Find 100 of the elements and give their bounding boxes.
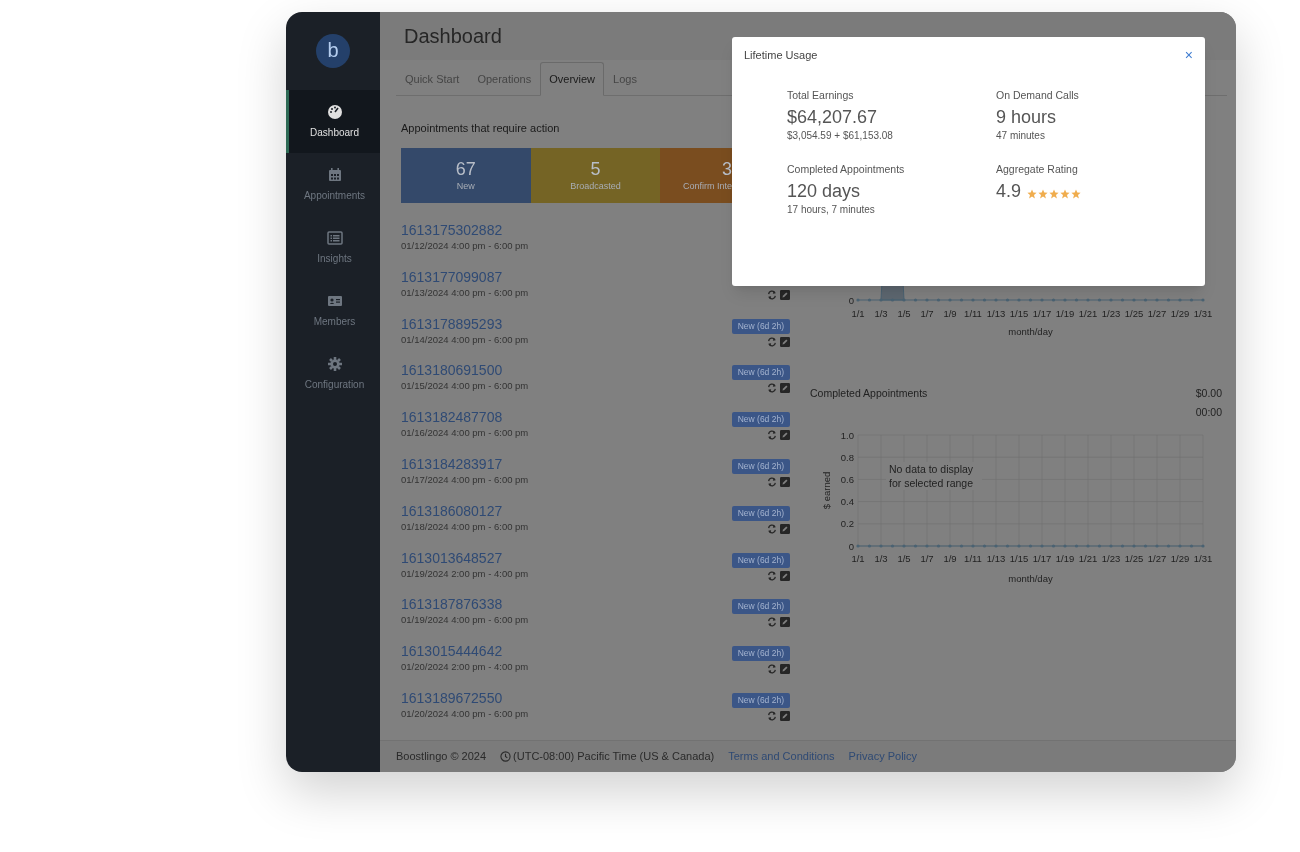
earned-amount: $0.00 <box>1195 386 1222 401</box>
gauge-icon <box>326 103 343 120</box>
appointment-link[interactable]: 1613175302882 <box>401 221 529 239</box>
refresh-icon[interactable] <box>767 336 777 347</box>
axis-tick-label: 1/29 <box>1170 308 1190 319</box>
appointment-link[interactable]: 1613180691500 <box>401 361 529 380</box>
appointment-time: 01/17/2024 4:00 pm - 6:00 pm <box>401 473 529 486</box>
axis-tick-label: 1/23 <box>1101 308 1121 319</box>
sidebar-item[interactable]: Members <box>286 279 380 342</box>
tab[interactable]: Overview <box>540 62 605 96</box>
appointment-link[interactable]: 1613187876338 <box>401 595 529 614</box>
axis-tick-label: 1/25 <box>1124 552 1144 564</box>
list-icon <box>326 229 343 246</box>
status-badge: New (6d 2h) <box>731 552 790 568</box>
sidebar-item[interactable]: Configuration <box>286 342 380 405</box>
data-point <box>890 543 895 548</box>
appointment-link[interactable]: 1613013648527 <box>401 548 529 567</box>
edit-icon[interactable] <box>780 523 790 534</box>
axis-tick-label: 1/23 <box>1101 552 1121 564</box>
edit-icon[interactable] <box>780 289 790 300</box>
axis-title: $ earned <box>821 471 832 509</box>
appointment-time: 01/12/2024 4:00 pm - 6:00 pm <box>401 239 529 252</box>
tab[interactable]: Quick Start <box>396 62 469 96</box>
refresh-icon[interactable] <box>767 664 777 675</box>
axis-tick-label: 1/27 <box>1147 308 1167 319</box>
edit-icon[interactable] <box>780 477 790 487</box>
sidebar-item[interactable]: Dashboard <box>286 90 380 153</box>
appointment-link[interactable]: 1613182487708 <box>401 408 529 427</box>
status-badge: New (6d 2h) <box>731 412 790 428</box>
edit-icon[interactable] <box>780 430 790 441</box>
footer-link[interactable]: Terms and Conditions <box>728 748 835 765</box>
edit-icon[interactable] <box>780 383 790 394</box>
refresh-icon[interactable] <box>767 477 777 487</box>
appointment-link[interactable]: 1613015444642 <box>401 642 529 661</box>
footer-link[interactable]: Privacy Policy <box>848 748 918 765</box>
appointment-link[interactable]: 1613177099087 <box>401 267 529 286</box>
axis-title: month/day <box>1008 326 1053 337</box>
axis-tick-label: 1/15 <box>1009 552 1029 564</box>
axis-tick-label: 1/1 <box>851 308 865 319</box>
settings-icon <box>326 355 343 372</box>
sidebar-item[interactable]: Appointments <box>286 153 380 216</box>
stat-label: Aggregate Rating <box>996 161 1079 176</box>
axis-tick-label: 1/13 <box>986 308 1006 319</box>
status-tile[interactable]: 67 New <box>401 148 531 203</box>
axis-tick-label: 1/7 <box>920 308 934 319</box>
axis-tick-label: 0.8 <box>840 451 854 463</box>
data-point <box>913 543 918 548</box>
refresh-icon[interactable] <box>767 289 777 300</box>
chart-title: Completed Appointments <box>810 386 928 401</box>
status-badge: New (6d 2h) <box>731 646 790 662</box>
edit-icon[interactable] <box>780 336 790 347</box>
axis-tick-label: 1/9 <box>943 552 957 564</box>
appointment-link[interactable]: 1613178895293 <box>401 314 529 333</box>
data-point <box>1051 543 1056 548</box>
tab[interactable]: Logs <box>604 62 646 96</box>
appointment-link[interactable]: 1613189672550 <box>401 688 529 707</box>
page-title: Dashboard <box>404 24 502 49</box>
copyright-text: Boostlingo © 2024 <box>396 749 487 765</box>
axis-tick-label: 1.0 <box>840 429 854 440</box>
status-tile[interactable]: 5 Broadcasted <box>530 148 661 203</box>
close-button[interactable]: × <box>1184 48 1193 63</box>
axis-tick-label: 1/15 <box>1009 308 1029 319</box>
edit-icon[interactable] <box>780 570 790 581</box>
stat-value: 4.9 <box>996 179 1022 203</box>
appointment-time: 01/15/2024 4:00 pm - 6:00 pm <box>401 379 529 393</box>
sidebar-item[interactable]: Insights <box>286 216 380 279</box>
appointment-time: 01/16/2024 4:00 pm - 6:00 pm <box>401 426 529 440</box>
status-badge: New (6d 2h) <box>731 365 790 381</box>
axis-tick-label: 1/31 <box>1193 552 1213 564</box>
data-point <box>1074 543 1079 548</box>
stat-value: $64,207.67 <box>787 105 879 129</box>
axis-tick-label: 1/1 <box>851 552 865 564</box>
status-badge: New (6d 2h) <box>731 692 790 708</box>
edit-icon[interactable] <box>780 664 790 675</box>
refresh-icon[interactable] <box>767 570 777 581</box>
refresh-icon[interactable] <box>767 383 777 394</box>
axis-tick-label: 1/7 <box>920 552 934 564</box>
refresh-icon[interactable] <box>767 523 777 534</box>
edit-icon[interactable] <box>780 710 790 721</box>
axis-tick-label: 1/31 <box>1193 308 1213 319</box>
section-title: Appointments that require action <box>401 121 561 134</box>
axis-tick-label: 0 <box>848 294 854 306</box>
appointment-link[interactable]: 1613186080127 <box>401 501 529 520</box>
data-point <box>1097 543 1102 548</box>
axis-tick-label: 1/11 <box>964 552 982 564</box>
axis-tick-label: 1/3 <box>874 308 888 319</box>
edit-icon[interactable] <box>780 617 790 628</box>
appointment-time: 01/13/2024 4:00 pm - 6:00 pm <box>401 285 529 299</box>
duration-value: 00:00 <box>1195 404 1222 420</box>
refresh-icon[interactable] <box>767 430 777 441</box>
refresh-icon[interactable] <box>767 617 777 628</box>
data-point <box>1005 543 1010 548</box>
stat-detail: 17 hours, 7 minutes <box>787 202 876 216</box>
stat-value: 120 days <box>787 179 862 203</box>
refresh-icon[interactable] <box>767 710 777 721</box>
tab[interactable]: Operations <box>468 62 541 96</box>
axis-tick-label: 1/17 <box>1032 308 1052 319</box>
appointment-link[interactable]: 1613184283917 <box>401 455 529 473</box>
stat-detail: $3,054.59 + $61,153.08 <box>787 128 894 142</box>
data-point <box>1166 543 1171 548</box>
